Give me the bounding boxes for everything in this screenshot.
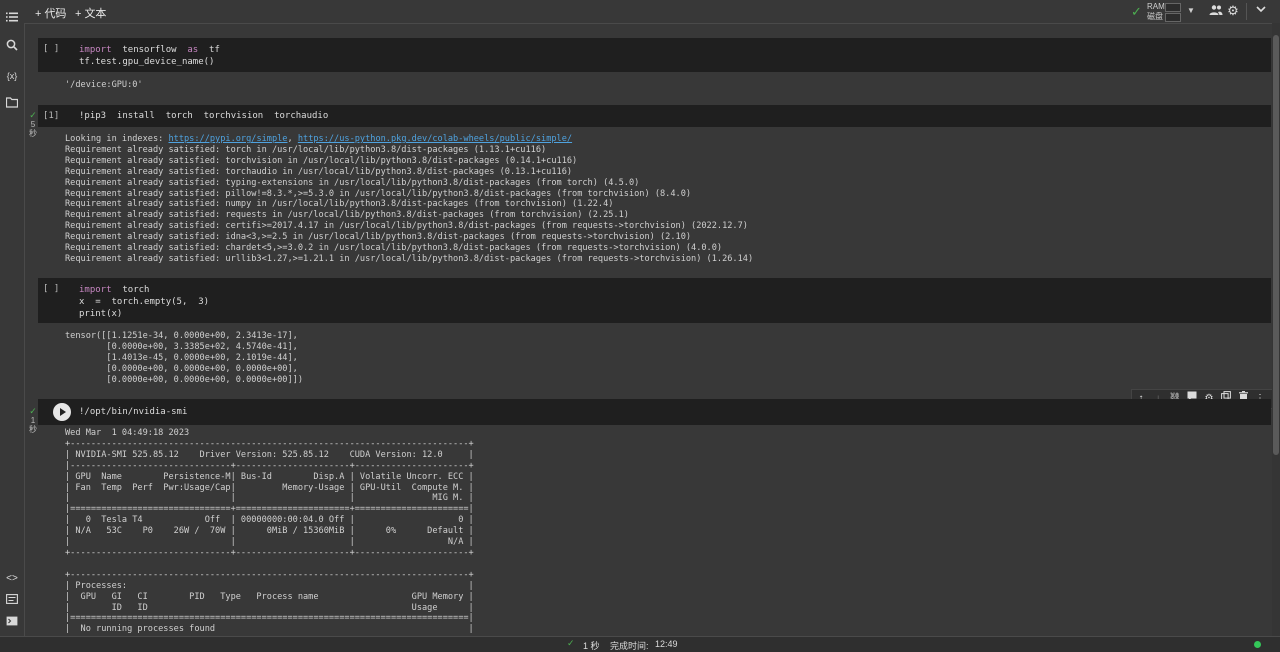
- cell-editor[interactable]: [ ] import tensorflow as tf tf.test.gpu_…: [38, 38, 1271, 72]
- settings-gear-icon[interactable]: ⚙: [1225, 3, 1241, 19]
- exec-duration: 1 秒: [583, 641, 600, 651]
- cell-editor[interactable]: !/opt/bin/nvidia-smi: [38, 399, 1271, 425]
- disk-usage-bar: [1165, 13, 1181, 22]
- plus-icon: +: [75, 8, 82, 20]
- exec-count: [1]: [43, 111, 60, 121]
- search-icon[interactable]: [4, 39, 20, 55]
- cell-output: '/device:GPU:0': [65, 80, 143, 90]
- colab-wheels-link[interactable]: https://us-python.pkg.dev/colab-wheels/p…: [298, 134, 572, 144]
- success-check-icon: ✓: [567, 638, 575, 648]
- collapse-chevron-icon[interactable]: [1253, 3, 1269, 19]
- vertical-scrollbar[interactable]: [1272, 23, 1280, 636]
- main-menu-icon[interactable]: [4, 10, 20, 26]
- code-text[interactable]: !pip3 install torch torchvision torchaud…: [79, 110, 328, 122]
- connected-check-icon: ✓: [1131, 4, 1142, 19]
- status-bar: ✓ 1 秒 完成时间: 12:49: [0, 636, 1280, 652]
- left-sidebar-rail: {x} <>: [0, 23, 25, 636]
- code-text[interactable]: import tensorflow as tf tf.test.gpu_devi…: [79, 44, 220, 68]
- completed-label: 完成时间:: [610, 641, 649, 651]
- code-text[interactable]: import torch x = torch.empty(5, 3) print…: [79, 284, 209, 320]
- run-cell-button[interactable]: [53, 403, 71, 421]
- scrollbar-thumb[interactable]: [1273, 35, 1279, 455]
- connection-status-dot: [1254, 641, 1261, 648]
- cell-output: tensor([[1.1251e-34, 0.0000e+00, 2.3413e…: [65, 331, 303, 385]
- cell-output: Wed Mar 1 04:49:18 2023 +---------------…: [65, 428, 474, 635]
- exec-count: [ ]: [43, 44, 60, 54]
- code-cell-active[interactable]: ↑ ↓ ⛓ ⚙ ⋮ ✓ 1 秒 !/opt/bin/nvidia-smi Wed…: [25, 389, 1272, 636]
- plus-icon: +: [35, 8, 42, 20]
- resources-dropdown-icon[interactable]: ▼: [1187, 6, 1195, 15]
- toolbar-divider: [1246, 3, 1247, 20]
- ram-label: RAM: [1147, 2, 1165, 11]
- add-text-button[interactable]: + 文本: [75, 5, 106, 21]
- pypi-link[interactable]: https://pypi.org/simple: [168, 134, 287, 144]
- code-snippets-icon[interactable]: <>: [4, 571, 20, 587]
- exec-count: [ ]: [43, 284, 60, 294]
- cell-editor[interactable]: [1] !pip3 install torch torchvision torc…: [38, 105, 1271, 127]
- code-cell[interactable]: [ ] import tensorflow as tf tf.test.gpu_…: [25, 38, 1272, 103]
- variables-icon[interactable]: {x}: [4, 68, 20, 84]
- cell-output: Looking in indexes: https://pypi.org/sim…: [65, 134, 754, 264]
- terminal-icon[interactable]: [4, 614, 20, 630]
- disk-label: 磁盘: [1147, 12, 1163, 21]
- files-folder-icon[interactable]: [4, 96, 20, 112]
- ram-disk-indicator[interactable]: ✓ RAM 磁盘 ▼: [1130, 1, 1202, 23]
- share-people-icon[interactable]: [1208, 3, 1224, 19]
- code-cell[interactable]: [ ] import torch x = torch.empty(5, 3) p…: [25, 278, 1272, 393]
- command-palette-icon[interactable]: [4, 592, 20, 608]
- notebook-main: [ ] import tensorflow as tf tf.test.gpu_…: [25, 23, 1272, 636]
- ram-usage-bar: [1165, 3, 1181, 12]
- add-code-button[interactable]: + 代码: [35, 5, 66, 21]
- top-toolbar: + 代码 + 文本 ✓ RAM 磁盘 ▼ ⚙: [0, 0, 1280, 24]
- completed-time: 12:49: [655, 639, 678, 649]
- cell-editor[interactable]: [ ] import torch x = torch.empty(5, 3) p…: [38, 278, 1271, 323]
- code-cell[interactable]: ✓ 5 秒 [1] !pip3 install torch torchvisio…: [25, 105, 1272, 270]
- code-text[interactable]: !/opt/bin/nvidia-smi: [79, 406, 187, 418]
